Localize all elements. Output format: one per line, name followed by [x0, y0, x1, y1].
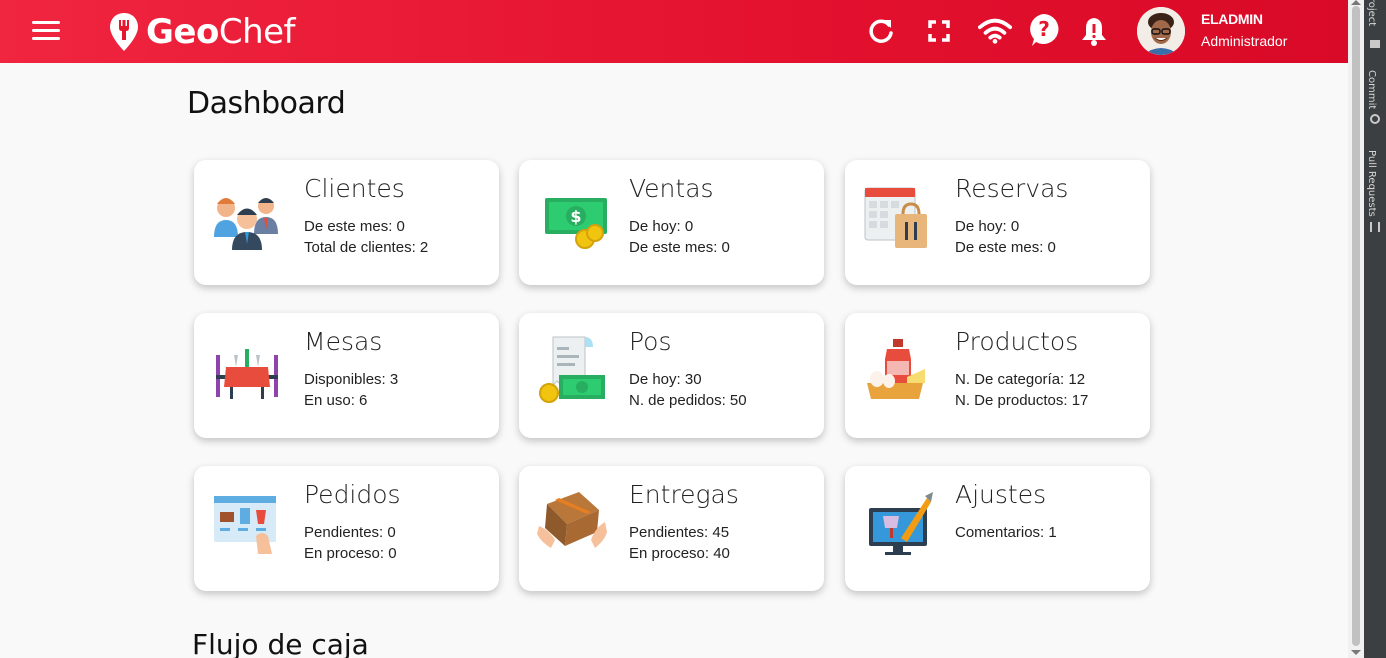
- card-reservas[interactable]: Reservas De hoy: 0 De este mes: 0: [845, 160, 1150, 285]
- card-title: Reservas: [955, 174, 1069, 203]
- card-stat-1: Comentarios: 1: [955, 524, 1057, 541]
- card-stat-2: N. de pedidos: 50: [629, 392, 747, 409]
- card-stat-2: De este mes: 0: [629, 239, 730, 256]
- app-logo[interactable]: GeoChef: [108, 12, 296, 52]
- card-clientes[interactable]: Clientes De este mes: 0 Total de cliente…: [194, 160, 499, 285]
- card-title: Pedidos: [304, 480, 401, 509]
- products-icon: [863, 335, 933, 405]
- scroll-down-icon[interactable]: [1351, 650, 1361, 655]
- card-stat-2: N. De productos: 17: [955, 392, 1089, 409]
- commit-tab[interactable]: Commit: [1366, 70, 1377, 109]
- user-name[interactable]: ELADMIN: [1201, 11, 1263, 27]
- card-productos[interactable]: Productos N. De categoría: 12 N. De prod…: [845, 313, 1150, 438]
- menu-icon[interactable]: [32, 21, 60, 41]
- scroll-up-icon[interactable]: [1351, 0, 1361, 5]
- card-mesas[interactable]: Mesas Disponibles: 3 En uso: 6: [194, 313, 499, 438]
- page-scrollbar[interactable]: [1348, 0, 1364, 658]
- card-pos[interactable]: Pos De hoy: 30 N. de pedidos: 50: [519, 313, 824, 438]
- card-stat-2: En proceso: 40: [629, 545, 730, 562]
- section-title-cash-flow: Flujo de caja: [192, 628, 369, 658]
- svg-text:?: ?: [1038, 17, 1050, 41]
- folder-icon: [1370, 40, 1380, 48]
- table-icon: [212, 335, 282, 405]
- help-icon[interactable]: ?: [1027, 13, 1061, 47]
- card-entregas[interactable]: Entregas Pendientes: 45 En proceso: 40: [519, 466, 824, 591]
- logo-pin-icon: [110, 13, 138, 51]
- card-stat-1: De hoy: 30: [629, 371, 702, 388]
- avatar[interactable]: [1137, 7, 1185, 55]
- card-stat-1: De hoy: 0: [629, 218, 694, 235]
- receipt-icon: [537, 335, 607, 405]
- card-stat-1: De este mes: 0: [304, 218, 405, 235]
- orders-icon: [212, 488, 282, 558]
- scrollbar-thumb[interactable]: [1352, 6, 1360, 646]
- calendar-icon: [863, 182, 933, 252]
- card-ajustes[interactable]: Ajustes Comentarios: 1: [845, 466, 1150, 591]
- card-title: Mesas: [304, 327, 383, 356]
- refresh-icon[interactable]: [864, 14, 898, 48]
- card-stat-2: En uso: 6: [304, 392, 368, 409]
- logo-text: GeoChef: [146, 12, 296, 52]
- pull-requests-tab[interactable]: Pull Requests: [1366, 150, 1377, 217]
- card-stat-1: Disponibles: 3: [304, 371, 399, 388]
- project-tab[interactable]: Project: [1366, 0, 1377, 26]
- card-title: Pos: [629, 327, 672, 356]
- card-title: Clientes: [304, 174, 405, 203]
- clients-icon: [212, 182, 282, 252]
- money-icon: $: [537, 182, 607, 252]
- commit-icon: [1370, 114, 1380, 124]
- card-title: Ventas: [629, 174, 714, 203]
- card-stat-1: Pendientes: 45: [629, 524, 730, 541]
- card-stat-1: De hoy: 0: [955, 218, 1020, 235]
- delivery-icon: [537, 488, 607, 558]
- top-bar: GeoChef ? ELADMIN Administrador: [0, 0, 1348, 63]
- wifi-icon[interactable]: [978, 14, 1012, 48]
- card-ventas[interactable]: $ Ventas De hoy: 0 De este mes: 0: [519, 160, 824, 285]
- card-title: Entregas: [629, 480, 739, 509]
- pull-request-icon: [1370, 222, 1380, 232]
- card-title: Ajustes: [955, 480, 1047, 509]
- user-role: Administrador: [1201, 33, 1288, 49]
- fullscreen-icon[interactable]: [922, 14, 956, 48]
- ide-tool-strip: Project Commit Pull Requests: [1364, 0, 1386, 658]
- bell-icon[interactable]: [1077, 14, 1111, 48]
- card-stat-2: En proceso: 0: [304, 545, 397, 562]
- card-pedidos[interactable]: Pedidos Pendientes: 0 En proceso: 0: [194, 466, 499, 591]
- page-title: Dashboard: [187, 86, 346, 121]
- card-stat-2: Total de clientes: 2: [304, 239, 429, 256]
- card-stat-1: N. De categoría: 12: [955, 371, 1086, 388]
- settings-icon: [863, 488, 933, 558]
- card-stat-1: Pendientes: 0: [304, 524, 396, 541]
- svg-text:$: $: [570, 207, 581, 226]
- card-title: Productos: [955, 327, 1079, 356]
- card-stat-2: De este mes: 0: [955, 239, 1056, 256]
